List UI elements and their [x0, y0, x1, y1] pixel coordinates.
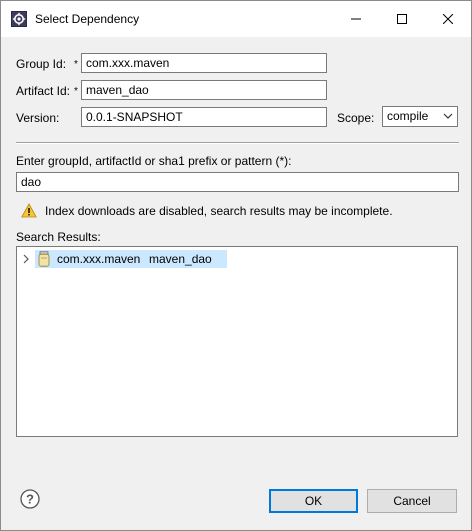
artifact-id-required-marker: * — [74, 86, 78, 97]
index-warning-text: Index downloads are disabled, search res… — [45, 204, 393, 218]
window-title: Select Dependency — [35, 12, 140, 26]
search-results-tree[interactable]: com.xxx.maven maven_dao — [16, 246, 458, 437]
close-button[interactable] — [425, 1, 471, 37]
version-field[interactable]: 0.0.1-SNAPSHOT — [81, 107, 327, 127]
search-results-label: Search Results: — [16, 230, 101, 244]
group-id-field[interactable]: com.xxx.maven — [81, 53, 327, 73]
warning-icon — [21, 203, 37, 218]
search-prompt-label: Enter groupId, artifactId or sha1 prefix… — [16, 154, 292, 168]
artifact-id-field[interactable]: maven_dao — [81, 80, 327, 100]
maximize-icon — [397, 14, 407, 24]
tree-item-artifact[interactable]: maven_dao — [149, 252, 212, 266]
ok-button[interactable]: OK — [269, 489, 358, 513]
close-icon — [443, 14, 453, 24]
version-label: Version: — [16, 111, 60, 125]
artifact-id-label: Artifact Id: — [16, 84, 71, 98]
tree-item-group[interactable]: com.xxx.maven — [57, 252, 140, 266]
minimize-icon — [351, 18, 361, 20]
chevron-down-icon — [443, 113, 453, 119]
scope-select[interactable]: compile — [382, 106, 458, 127]
cancel-button[interactable]: Cancel — [367, 489, 457, 513]
separator — [16, 142, 459, 144]
scope-selected-value: compile — [387, 109, 429, 123]
search-input[interactable]: dao — [16, 172, 459, 192]
settings-window-icon — [11, 11, 27, 27]
maximize-button[interactable] — [379, 1, 425, 37]
minimize-button[interactable] — [333, 1, 379, 37]
svg-text:?: ? — [26, 492, 34, 507]
help-icon[interactable]: ? — [20, 489, 40, 509]
chevron-right-icon[interactable] — [22, 254, 30, 264]
jar-icon — [38, 251, 50, 267]
title-bar: Select Dependency — [1, 1, 471, 37]
select-dependency-dialog: Select Dependency Group Id: * com.xxx.ma… — [0, 0, 472, 531]
scope-label: Scope: — [337, 111, 375, 125]
group-id-required-marker: * — [74, 59, 78, 70]
group-id-label: Group Id: — [16, 57, 67, 71]
